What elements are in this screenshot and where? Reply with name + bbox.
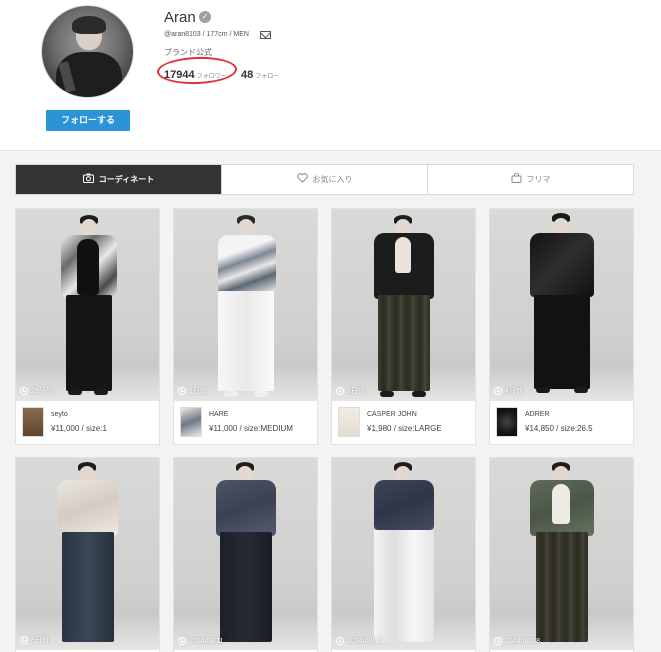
following-count: 48 <box>241 69 254 81</box>
coordinate-card[interactable]: 2024/08/08 <box>489 457 634 652</box>
coordinate-card[interactable]: 2024/08/11 <box>173 457 318 652</box>
tab-label: フリマ <box>526 175 551 184</box>
verified-badge-icon: ✓ <box>199 11 211 23</box>
clock-icon <box>494 387 502 395</box>
tab-label: お気に入り <box>312 175 353 184</box>
profile-meta: @aran8103 / 177cm / MEN <box>164 31 249 38</box>
coordinate-photo[interactable]: 2024/08/10 <box>332 458 475 650</box>
mail-icon[interactable] <box>260 31 271 39</box>
post-timestamp: 2日前 <box>336 386 365 396</box>
coordinate-photo[interactable]: 2024/08/11 <box>174 458 317 650</box>
post-timestamp: 1日前 <box>178 386 207 396</box>
bag-icon <box>511 172 522 186</box>
tab-bar: コーディネート お気に入り フリマ <box>15 164 634 195</box>
post-timestamp: 4日前 <box>494 386 523 396</box>
clock-icon <box>178 387 186 395</box>
item-price: ¥11,000 / size:1 <box>51 424 107 433</box>
coordinate-photo[interactable]: 2024/08/08 <box>490 458 633 650</box>
item-thumbnail[interactable] <box>22 407 44 437</box>
post-timestamp: 2024/08/11 <box>178 637 224 645</box>
item-thumbnail[interactable] <box>180 407 202 437</box>
item-brand: ADRER <box>525 411 550 418</box>
coordinate-photo[interactable]: 29分前 <box>16 209 159 401</box>
item-price: ¥14,850 / size:26.5 <box>525 424 593 433</box>
tab-label: コーディネート <box>98 175 155 184</box>
item-price: ¥11,000 / size:MEDIUM <box>209 424 293 433</box>
follow-button[interactable]: フォローする <box>46 110 130 131</box>
item-brand: seyto <box>51 411 68 418</box>
post-timestamp: 2024/08/08 <box>494 637 540 645</box>
item-thumbnail[interactable] <box>496 407 518 437</box>
coordinate-photo[interactable]: 1日前 <box>174 209 317 401</box>
tab-flea-market[interactable]: フリマ <box>427 165 633 194</box>
item-info[interactable]: HARE ¥11,000 / size:MEDIUM <box>174 401 317 443</box>
coordinate-photo[interactable]: 8日前 <box>16 458 159 650</box>
post-timestamp: 2024/08/10 <box>336 637 382 645</box>
item-info[interactable]: seyto ¥11,000 / size:1 <box>16 401 159 443</box>
profile-header: フォローする Aran ✓ @aran8103 / 177cm / MEN ブラ… <box>0 0 661 150</box>
coordinate-card[interactable]: 1日前 HARE ¥11,000 / size:MEDIUM <box>173 208 318 445</box>
clock-icon <box>494 637 502 645</box>
coordinate-photo[interactable]: 4日前 <box>490 209 633 401</box>
following-label: フォロー <box>255 74 280 80</box>
clock-icon <box>20 636 28 644</box>
coordinate-card[interactable]: 8日前 <box>15 457 160 652</box>
following-link[interactable]: 48 フォロー <box>241 65 279 83</box>
clock-icon <box>336 387 344 395</box>
tab-coordinate[interactable]: コーディネート <box>16 165 221 194</box>
coordinate-photo[interactable]: 2日前 <box>332 209 475 401</box>
tab-favorites[interactable]: お気に入り <box>221 165 427 194</box>
coordinate-card[interactable]: 4日前 ADRER ¥14,850 / size:26.5 <box>489 208 634 445</box>
clock-icon <box>20 387 28 395</box>
camera-icon <box>82 173 94 186</box>
clock-icon <box>178 637 186 645</box>
item-info[interactable]: ADRER ¥14,850 / size:26.5 <box>490 401 633 443</box>
avatar[interactable] <box>41 5 134 98</box>
heart-icon <box>296 173 308 186</box>
coordinate-card[interactable]: 2日前 CASPER JOHN ¥1,980 / size:LARGE <box>331 208 476 445</box>
item-thumbnail[interactable] <box>338 407 360 437</box>
clock-icon <box>336 637 344 645</box>
post-timestamp: 29分前 <box>20 386 53 396</box>
post-timestamp: 8日前 <box>20 635 49 645</box>
item-price: ¥1,980 / size:LARGE <box>367 424 442 433</box>
item-brand: HARE <box>209 411 229 418</box>
item-brand: CASPER JOHN <box>367 411 417 418</box>
coordinate-card[interactable]: 29分前 seyto ¥11,000 / size:1 <box>15 208 160 445</box>
item-info[interactable]: CASPER JOHN ¥1,980 / size:LARGE <box>332 401 475 443</box>
profile-name: Aran <box>164 9 196 26</box>
content-area: コーディネート お気に入り フリマ 29分前 seyto ¥11,000 / s… <box>0 150 661 652</box>
coordinate-card[interactable]: 2024/08/10 <box>331 457 476 652</box>
